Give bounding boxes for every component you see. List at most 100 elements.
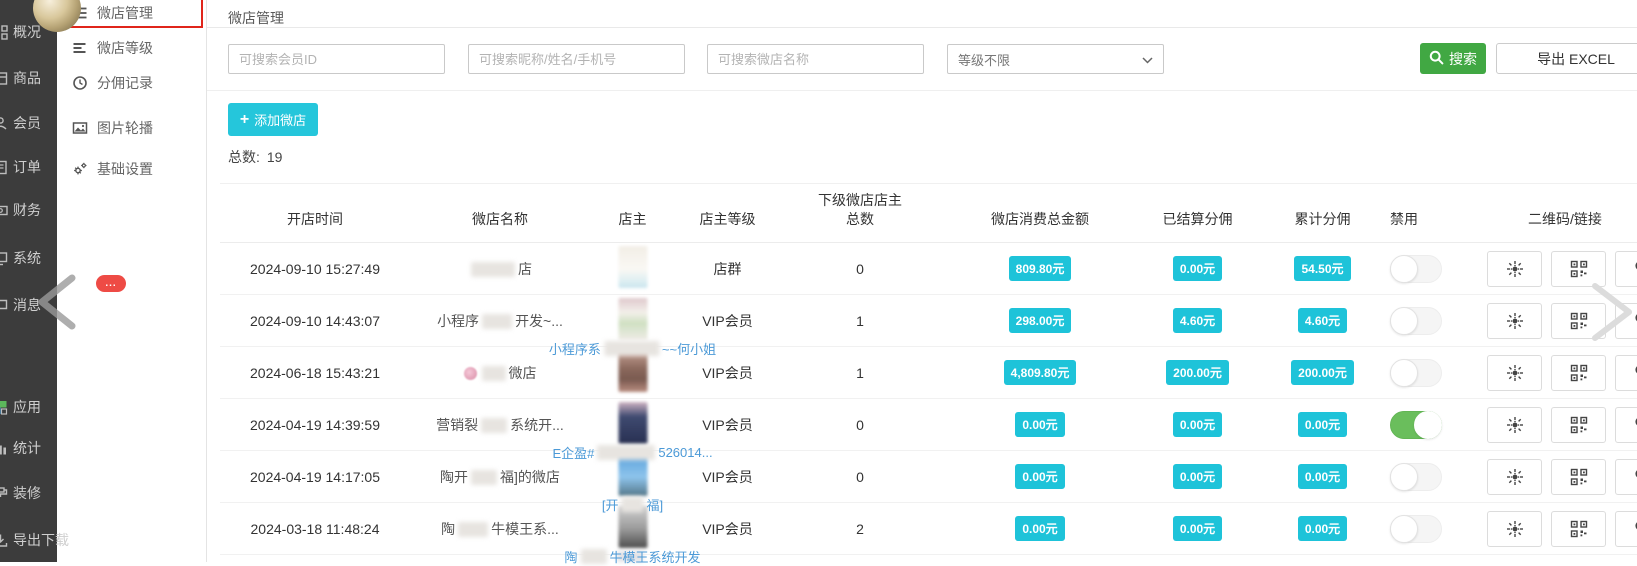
level-select-value: 等级不限 — [958, 50, 1010, 69]
toggle-knob — [1414, 411, 1442, 439]
owner-level: VIP会员 — [675, 519, 780, 539]
consume-amount: 809.80元 — [940, 256, 1140, 281]
disable-toggle[interactable] — [1390, 255, 1442, 283]
disable-toggle[interactable] — [1390, 515, 1442, 543]
export-excel-button[interactable]: 导出 EXCEL — [1496, 43, 1637, 74]
miniprogram-code-button[interactable] — [1487, 459, 1542, 495]
table-row: 2024-06-18 15:43:21 微店 VIP会员 1 4,809.80元… — [220, 347, 1637, 399]
owner-name-link[interactable]: E企盈#526014... — [552, 443, 712, 462]
disable-toggle[interactable] — [1390, 307, 1442, 335]
disable-toggle[interactable] — [1390, 463, 1442, 491]
col-owner-level: 店主等级 — [675, 209, 780, 242]
disable-toggle[interactable] — [1390, 411, 1442, 439]
owner-level: VIP会员 — [675, 311, 780, 331]
settled-amount: 0.00元 — [1140, 464, 1255, 489]
table-row: 2024-09-10 15:27:49 店 店群 0 809.80元 0.00元… — [220, 243, 1637, 295]
plus-icon: + — [240, 112, 249, 128]
col-owner: 店主 — [590, 209, 675, 242]
image-icon — [72, 120, 88, 136]
submenu-item-weidian-level[interactable]: 微店等级 — [57, 37, 206, 59]
censored-blur — [597, 445, 655, 460]
nickname-search-input[interactable] — [468, 44, 685, 74]
total-commission-amount: 0.00元 — [1255, 412, 1390, 437]
consume-amount: 0.00元 — [940, 412, 1140, 437]
qrcode-button[interactable] — [1551, 511, 1606, 547]
sidebar-item-label: 会员 — [13, 113, 41, 133]
shop-name-search-input[interactable] — [707, 44, 924, 74]
disable-cell — [1390, 359, 1470, 387]
miniprogram-code-icon — [1505, 415, 1525, 435]
miniprogram-code-button[interactable] — [1487, 251, 1542, 287]
qrcode-button[interactable] — [1551, 407, 1606, 443]
sidebar-collapse-chevron-icon[interactable] — [34, 272, 80, 337]
submenu-item-image-carousel[interactable]: 图片轮播 — [57, 117, 206, 139]
shop-name: 小程序开发~... — [410, 311, 590, 331]
owner-level: VIP会员 — [675, 415, 780, 435]
sidebar-item-stats[interactable]: 统计 — [0, 438, 41, 458]
sub-owner-count: 1 — [780, 365, 940, 381]
add-shop-label: 添加微店 — [254, 110, 306, 129]
miniprogram-code-button[interactable] — [1487, 355, 1542, 391]
sidebar-item-system[interactable]: 系统 — [0, 248, 41, 268]
apps-icon — [0, 400, 8, 415]
add-shop-button[interactable]: + 添加微店 — [228, 103, 318, 136]
qrcode-button[interactable] — [1551, 355, 1606, 391]
sidebar-item-finance[interactable]: 财务 — [0, 200, 41, 220]
store-logo — [464, 367, 477, 380]
col-shop-name: 微店名称 — [410, 209, 590, 242]
settled-amount: 0.00元 — [1140, 256, 1255, 281]
censored-blur — [604, 341, 659, 356]
search-icon — [1429, 50, 1444, 68]
search-button[interactable]: 搜索 — [1420, 43, 1486, 74]
sidebar-item-orders[interactable]: 订单 — [0, 157, 41, 177]
open-time: 2024-04-19 14:39:59 — [220, 417, 410, 433]
owner-avatar — [618, 298, 647, 340]
censored-blur — [471, 262, 515, 277]
member-id-search-input[interactable] — [228, 44, 445, 74]
miniprogram-code-icon — [1505, 259, 1525, 279]
submenu-item-label: 基础设置 — [97, 159, 153, 179]
next-chevron-icon[interactable] — [1590, 281, 1637, 348]
sub-owner-count: 0 — [780, 469, 940, 485]
breadcrumb-bar: 微店管理 — [207, 0, 1637, 28]
link-button[interactable] — [1615, 459, 1637, 495]
submenu-item-basic-settings[interactable]: 基础设置 — [57, 158, 206, 180]
orders-icon — [0, 160, 8, 175]
sidebar-item-export-download[interactable]: 导出下载 — [0, 530, 69, 550]
clock-icon — [72, 75, 88, 91]
table-row: 2024-04-19 14:39:59 营销裂系统开... E企盈#526014… — [220, 399, 1637, 451]
owner-cell: 小程序系~~何小姐 — [590, 295, 675, 346]
owner-name-link[interactable]: [开福] — [602, 495, 663, 514]
owner-name-link[interactable]: 陶牛模王系统开发 — [564, 547, 700, 566]
miniprogram-code-button[interactable] — [1487, 407, 1542, 443]
link-button[interactable] — [1615, 511, 1637, 547]
link-button[interactable] — [1615, 355, 1637, 391]
sub-owner-count: 1 — [780, 313, 940, 329]
total-commission-amount: 200.00元 — [1255, 360, 1390, 385]
sidebar-item-label: 商品 — [13, 68, 41, 88]
sidebar-item-overview[interactable]: 概况 — [0, 22, 41, 42]
miniprogram-code-button[interactable] — [1487, 511, 1542, 547]
owner-avatar — [618, 402, 647, 444]
sidebar-item-members[interactable]: 会员 — [0, 113, 41, 133]
sidebar-item-apps[interactable]: 应用 — [0, 397, 41, 417]
link-button[interactable] — [1615, 407, 1637, 443]
level-icon — [72, 40, 88, 56]
sidebar-item-label: 统计 — [13, 438, 41, 458]
total-count: 总数:19 — [228, 147, 282, 167]
censored-blur — [622, 497, 644, 512]
sidebar-item-label: 导出下载 — [13, 530, 69, 550]
owner-avatar — [618, 246, 647, 288]
disable-toggle[interactable] — [1390, 359, 1442, 387]
shop-name: 店 — [410, 259, 590, 279]
sidebar-item-goods[interactable]: 商品 — [0, 68, 41, 88]
submenu-item-commission-records[interactable]: 分佣记录 — [57, 72, 206, 94]
miniprogram-code-button[interactable] — [1487, 303, 1542, 339]
disable-cell — [1390, 515, 1470, 543]
level-select[interactable]: 等级不限 — [947, 44, 1164, 74]
sidebar-item-decorate[interactable]: 装修 — [0, 483, 41, 503]
owner-name-link[interactable]: 小程序系~~何小姐 — [549, 339, 716, 358]
qrcode-button[interactable] — [1551, 459, 1606, 495]
open-time: 2024-09-10 15:27:49 — [220, 261, 410, 277]
link-icon — [1633, 467, 1637, 487]
